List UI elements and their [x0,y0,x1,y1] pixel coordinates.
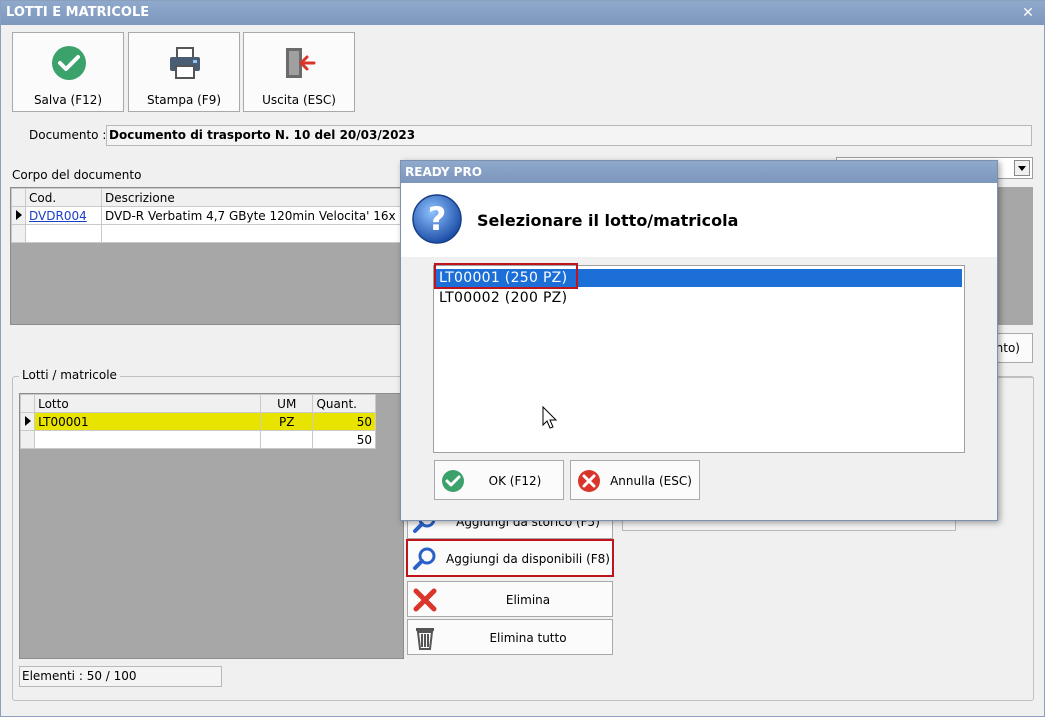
empty-cell [34,430,262,449]
ok-button-label: OK (F12) [488,474,542,488]
exit-door-icon [286,48,316,78]
table-row[interactable] [11,224,402,243]
dialog-title: READY PRO [401,161,997,183]
delete-button[interactable]: Elimina [407,581,613,617]
row-pointer-header [19,394,36,413]
list-item[interactable]: LT00002 (200 PZ) [436,289,962,307]
product-description: DVD-R Verbatim 4,7 GByte 120min Velocita… [101,206,402,225]
window-title: LOTTI E MATRICOLE [1,1,1045,25]
close-button[interactable]: ✕ [1020,1,1036,25]
quantity-cell[interactable]: 50 [312,412,376,431]
body-grid-edge [997,187,1033,325]
row-pointer [11,224,26,243]
column-header-code: Cod. [25,188,102,207]
checkmark-icon [52,46,86,80]
column-header-quantity: Quant. [312,394,376,413]
table-row: 50 [19,430,376,449]
cancel-button[interactable]: Annulla (ESC) [570,460,700,500]
exit-button[interactable]: Uscita (ESC) [243,32,355,112]
column-header-lot: Lotto [34,394,262,413]
row-pointer [19,412,36,431]
exit-button-label: Uscita (ESC) [262,93,336,107]
cancel-icon [578,470,600,492]
mouse-cursor-icon [542,406,558,429]
unit-cell[interactable]: PZ [260,412,314,431]
body-action-button-label: nto) [995,341,1020,355]
delete-all-button-label: Elimina tutto [489,631,567,645]
elements-counter: Elementi : 50 / 100 [19,666,222,687]
close-x-icon [413,588,437,612]
column-header-description: Descrizione [101,188,402,207]
save-button[interactable]: Salva (F12) [12,32,124,112]
dialog-message: Selezionare il lotto/matricola [477,211,739,230]
empty-cell [260,430,314,449]
empty-cell [101,224,402,243]
print-button[interactable]: Stampa (F9) [128,32,240,112]
trash-icon [416,628,434,650]
product-code-link[interactable]: DVDR004 [25,206,102,225]
body-section-title: Corpo del documento [12,168,142,182]
ok-button[interactable]: OK (F12) [434,460,564,500]
save-button-label: Salva (F12) [33,93,103,107]
body-grid: Cod. Descrizione DVDR004 DVD-R Verbatim … [10,187,403,325]
lots-section-title: Lotti / matricole [19,368,120,382]
row-pointer-icon [16,209,22,220]
document-label: Documento : [29,128,107,142]
row-pointer [11,206,26,225]
selected-item-highlight [434,263,578,289]
lot-selection-dialog: READY PRO ? Selezionare il lotto/matrico… [400,160,998,521]
total-quantity: 50 [312,430,376,449]
checkmark-icon [442,470,464,492]
document-field: Documento di trasporto N. 10 del 20/03/2… [106,125,1032,146]
lot-list[interactable]: LT00001 (250 PZ) LT00002 (200 PZ) [433,263,965,453]
table-row[interactable]: LT00001 PZ 50 [19,412,376,431]
magnifier-icon [413,547,436,570]
question-icon: ? [412,194,462,244]
svg-text:?: ? [428,200,447,238]
column-header-unit: UM [260,394,314,413]
add-from-available-button[interactable]: Aggiungi da disponibili (F8) [406,539,614,577]
row-pointer [19,430,36,449]
cancel-button-label: Annulla (ESC) [610,474,692,488]
add-from-available-label: Aggiungi da disponibili (F8) [446,552,610,566]
row-pointer-icon [25,415,31,426]
dialog-header: ? Selezionare il lotto/matricola [401,183,997,257]
lot-cell[interactable]: LT00001 [34,412,262,431]
row-pointer-header [11,188,26,207]
table-row[interactable]: DVDR004 DVD-R Verbatim 4,7 GByte 120min … [11,206,402,225]
print-button-label: Stampa (F9) [146,93,222,107]
empty-cell [25,224,102,243]
lots-grid: Lotto UM Quant. LT00001 PZ 50 50 [19,393,404,659]
printer-icon [170,47,200,79]
delete-button-label: Elimina [505,593,551,607]
delete-all-button[interactable]: Elimina tutto [407,619,613,655]
chevron-down-icon [1014,160,1030,176]
